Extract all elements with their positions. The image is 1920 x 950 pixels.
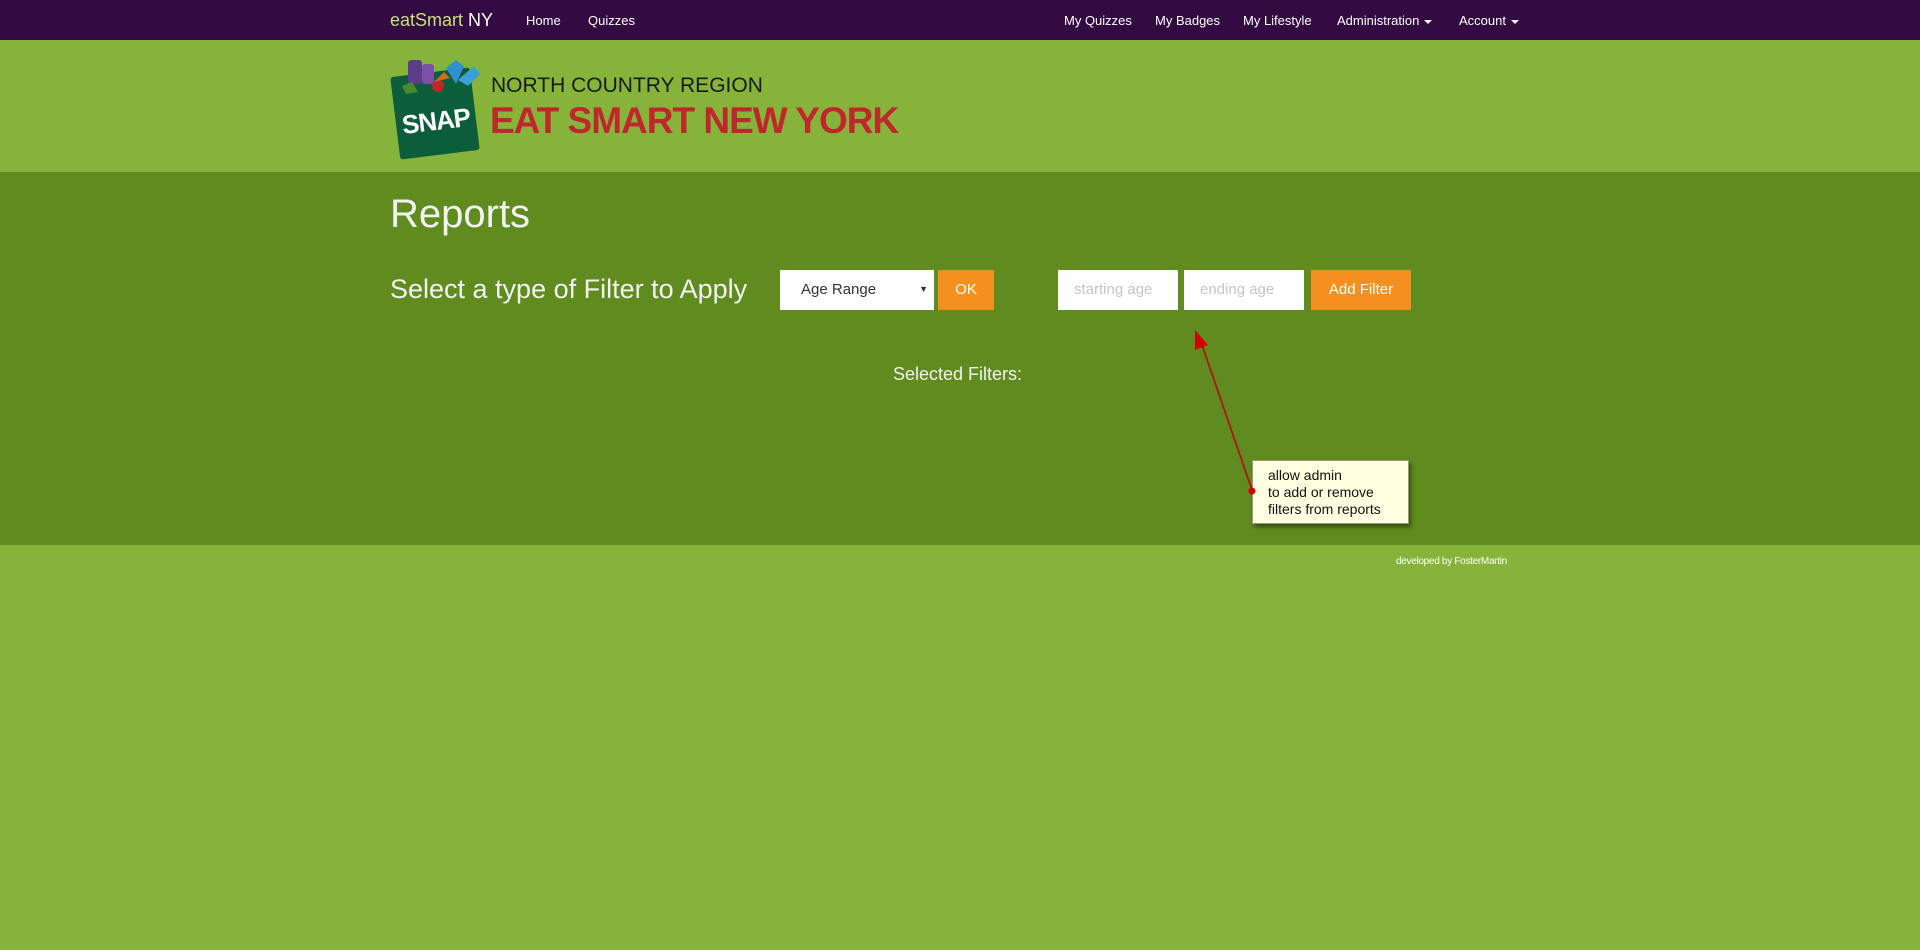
site-title: EAT SMART NEW YORK bbox=[490, 100, 899, 141]
brand-part2: NY bbox=[463, 10, 494, 30]
administration-label: Administration bbox=[1337, 13, 1420, 28]
nav-my-quizzes[interactable]: My Quizzes bbox=[1064, 13, 1132, 28]
filter-type-label: Select a type of Filter to Apply bbox=[390, 274, 748, 304]
caret-down-icon bbox=[1510, 19, 1519, 24]
developer-credit: developed by FosterMartin bbox=[1396, 556, 1507, 567]
starting-age-input[interactable]: starting age bbox=[1058, 270, 1178, 310]
annotation-line: allow admin bbox=[1268, 467, 1342, 483]
filter-type-select[interactable]: Age Range ▼ bbox=[780, 270, 934, 310]
nav-my-lifestyle[interactable]: My Lifestyle bbox=[1243, 13, 1312, 28]
ending-age-input[interactable]: ending age bbox=[1184, 270, 1304, 310]
nav-account-dropdown[interactable]: Account bbox=[1459, 13, 1519, 28]
nav-quizzes[interactable]: Quizzes bbox=[588, 13, 635, 28]
nav-home[interactable]: Home bbox=[526, 13, 561, 28]
filter-type-value: Age Range bbox=[801, 281, 877, 298]
brand-link[interactable]: eatSmart NY bbox=[390, 10, 493, 31]
brand-part1: eatSmart bbox=[390, 10, 464, 30]
nav-administration-dropdown[interactable]: Administration bbox=[1337, 13, 1433, 28]
produce-icon bbox=[402, 60, 480, 94]
logo-text: SNAP bbox=[400, 101, 472, 140]
account-label: Account bbox=[1459, 13, 1506, 28]
site-header bbox=[0, 40, 1920, 172]
region-name: NORTH COUNTRY REGION bbox=[491, 74, 763, 97]
annotation-line: to add or remove bbox=[1268, 484, 1374, 500]
triangle-down-icon: ▼ bbox=[919, 284, 928, 294]
selected-filters-label: Selected Filters: bbox=[893, 364, 1023, 384]
ok-button[interactable]: OK bbox=[938, 270, 994, 310]
caret-down-icon bbox=[1424, 19, 1433, 24]
top-navbar: eatSmart NY Home Quizzes My Quizzes My B… bbox=[0, 0, 1920, 40]
reports-panel: Reports Select a type of Filter to Apply… bbox=[0, 172, 1920, 545]
add-filter-button[interactable]: Add Filter bbox=[1311, 270, 1411, 310]
nav-my-badges[interactable]: My Badges bbox=[1155, 13, 1220, 28]
page-title: Reports bbox=[390, 192, 531, 236]
annotation-note: allow admin to add or remove filters fro… bbox=[1252, 460, 1409, 524]
annotation-line: filters from reports bbox=[1268, 501, 1381, 517]
